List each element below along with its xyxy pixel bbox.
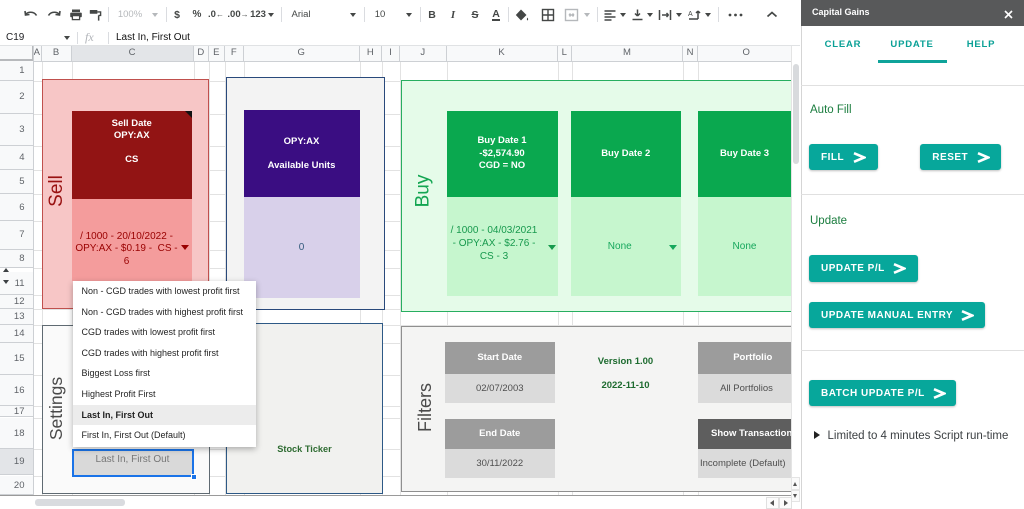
svg-text:A: A xyxy=(688,11,693,18)
